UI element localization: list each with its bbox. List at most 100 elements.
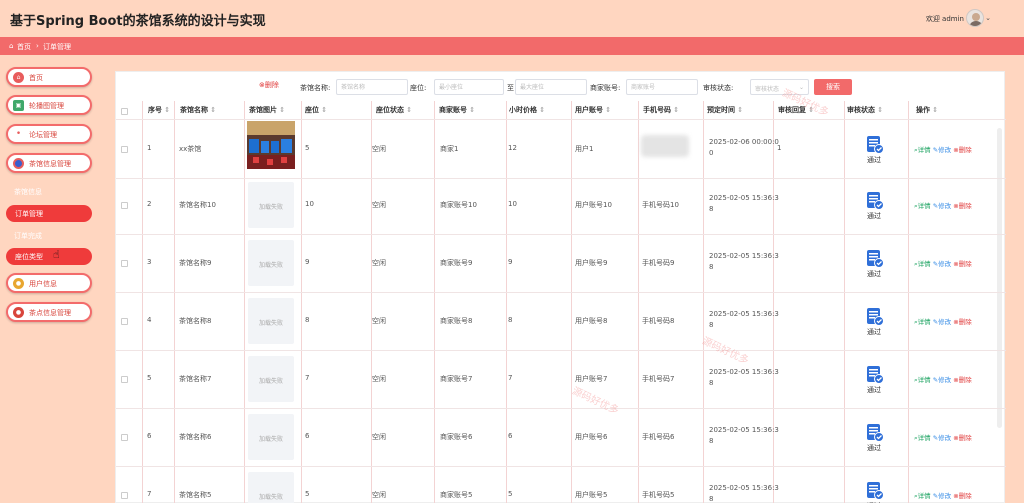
batch-delete-button[interactable]: ⊗删除 (259, 80, 279, 90)
delete-button[interactable]: ⊗删除 (953, 260, 971, 268)
sort-icon[interactable]: ⇕ (319, 106, 327, 114)
column-header[interactable]: 座位 ⇕ (305, 105, 327, 117)
image-fail-text: 加载失败 (258, 378, 283, 385)
scrollbar[interactable] (997, 128, 1002, 428)
audit-status[interactable]: 通过 (844, 307, 904, 337)
audit-status[interactable]: 通过 (844, 423, 904, 453)
select-all-checkbox[interactable] (121, 108, 128, 115)
sidebar-subitem-order-complete[interactable]: 订单完成 (14, 231, 42, 241)
delete-button[interactable]: ⊗删除 (953, 202, 971, 210)
phone-number: 手机号码9 (642, 259, 675, 267)
merchant-input[interactable] (626, 79, 698, 95)
detail-button[interactable]: ⌕详情 (914, 434, 931, 442)
column-header[interactable]: 预定时间 ⇕ (707, 105, 743, 117)
column-header[interactable]: 审核状态 ⇕ (847, 105, 883, 117)
column-header[interactable]: 手机号码 ⇕ (643, 105, 679, 117)
sidebar-item-home[interactable]: ⌂ 首页 (6, 67, 92, 87)
audit-status[interactable]: 通过 (844, 249, 904, 279)
sort-icon[interactable]: ⇕ (537, 106, 545, 114)
detail-button[interactable]: ⌕详情 (914, 260, 931, 268)
sidebar-subitem-teahouse-info[interactable]: 茶馆信息 (14, 187, 42, 197)
seat-max-input[interactable] (515, 79, 587, 95)
delete-label: 删除 (958, 260, 972, 268)
sort-icon[interactable]: ⇕ (930, 106, 938, 114)
detail-button[interactable]: ⌕详情 (914, 376, 931, 384)
booking-time: 2025-02-06 00:00:0 (709, 138, 779, 146)
sort-icon[interactable]: ⇕ (603, 106, 611, 114)
audit-status-text: 通过 (867, 444, 881, 452)
sort-icon[interactable]: ⇕ (208, 106, 216, 114)
column-header[interactable]: 小时价格 ⇕ (509, 105, 545, 117)
edit-button[interactable]: ✎修改 (933, 202, 951, 210)
name-input[interactable] (336, 79, 408, 95)
seat-count: 6 (305, 432, 310, 440)
detail-button[interactable]: ⌕详情 (914, 492, 931, 500)
delete-button[interactable]: ⊗删除 (953, 434, 971, 442)
column-header[interactable]: 茶馆名称 ⇕ (180, 105, 216, 117)
sidebar-item-users[interactable]: ● 用户信息 (6, 273, 92, 293)
row-checkbox[interactable] (121, 318, 128, 325)
edit-button[interactable]: ✎修改 (933, 492, 951, 500)
row-checkbox[interactable] (121, 492, 128, 499)
row-checkbox[interactable] (121, 202, 128, 209)
row-checkbox[interactable] (121, 146, 128, 153)
delete-button[interactable]: ⊗删除 (953, 318, 971, 326)
header-divider (116, 119, 1006, 120)
delete-button[interactable]: ⊗删除 (953, 146, 971, 154)
row-number: 7 (147, 490, 152, 498)
column-header-label: 操作 (916, 106, 930, 114)
sort-icon[interactable]: ⇕ (875, 106, 883, 114)
sidebar-item-carousel[interactable]: ▣ 轮播图管理 (6, 95, 92, 115)
seat-count: 8 (305, 316, 310, 324)
column-header[interactable]: 操作 ⇕ (916, 105, 938, 117)
seat-min-input[interactable] (434, 79, 504, 95)
edit-button[interactable]: ✎修改 (933, 434, 951, 442)
column-header[interactable]: 茶馆图片 ⇕ (249, 105, 285, 117)
detail-button[interactable]: ⌕详情 (914, 318, 931, 326)
row-checkbox[interactable] (121, 376, 128, 383)
edit-button[interactable]: ✎修改 (933, 376, 951, 384)
chevron-down-icon[interactable]: ⌄ (985, 14, 991, 22)
delete-button[interactable]: ⊗删除 (953, 492, 971, 500)
detail-button[interactable]: ⌕详情 (914, 202, 931, 210)
edit-button[interactable]: ✎修改 (933, 260, 951, 268)
home-icon[interactable]: ⌂ (9, 42, 13, 50)
sidebar-item-snacks[interactable]: ● 茶点信息管理 (6, 302, 92, 322)
column-divider (703, 101, 704, 503)
sidebar-subitem-seat-type[interactable]: 座位类型 (6, 248, 92, 265)
sort-icon[interactable]: ⇕ (735, 106, 743, 114)
column-divider (142, 101, 143, 503)
edit-button[interactable]: ✎修改 (933, 146, 951, 154)
sort-icon[interactable]: ⇕ (277, 106, 285, 114)
audit-status[interactable]: 通过 (844, 365, 904, 395)
row-checkbox[interactable] (121, 260, 128, 267)
row-checkbox[interactable] (121, 434, 128, 441)
breadcrumb-home[interactable]: 首页 (17, 42, 31, 52)
detail-button[interactable]: ⌕详情 (914, 146, 931, 154)
column-header[interactable]: 座位状态 ⇕ (376, 105, 412, 117)
column-header[interactable]: 商家账号 ⇕ (439, 105, 475, 117)
column-header[interactable]: 用户账号 ⇕ (575, 105, 611, 117)
search-button[interactable]: 搜索 (814, 79, 852, 95)
audit-status-text: 通过 (867, 212, 881, 220)
booking-time-seconds: 0 (709, 149, 714, 157)
audit-status[interactable]: 通过 (844, 481, 904, 503)
avatar[interactable] (966, 9, 984, 27)
teahouse-photo[interactable] (247, 121, 295, 169)
sidebar-item-teahouse[interactable]: 茶馆信息管理 (6, 153, 92, 173)
column-header[interactable]: 序号 ⇕ (148, 105, 170, 117)
sort-icon[interactable]: ⇕ (162, 106, 170, 114)
breadcrumb-separator: › (36, 42, 39, 50)
delete-button[interactable]: ⊗删除 (953, 376, 971, 384)
merchant-account: 商家账号8 (440, 317, 473, 325)
sort-icon[interactable]: ⇕ (467, 106, 475, 114)
hourly-price: 10 (508, 200, 517, 208)
sidebar-subitem-orders[interactable]: 订单管理 (6, 205, 92, 222)
sort-icon[interactable]: ⇕ (671, 106, 679, 114)
sort-icon[interactable]: ⇕ (404, 106, 412, 114)
sidebar-item-forum[interactable]: • 论坛管理 (6, 124, 92, 144)
delete-label: 删除 (958, 376, 972, 384)
audit-status[interactable]: 通过 (844, 191, 904, 221)
edit-button[interactable]: ✎修改 (933, 318, 951, 326)
audit-status[interactable]: 通过 (844, 135, 904, 165)
